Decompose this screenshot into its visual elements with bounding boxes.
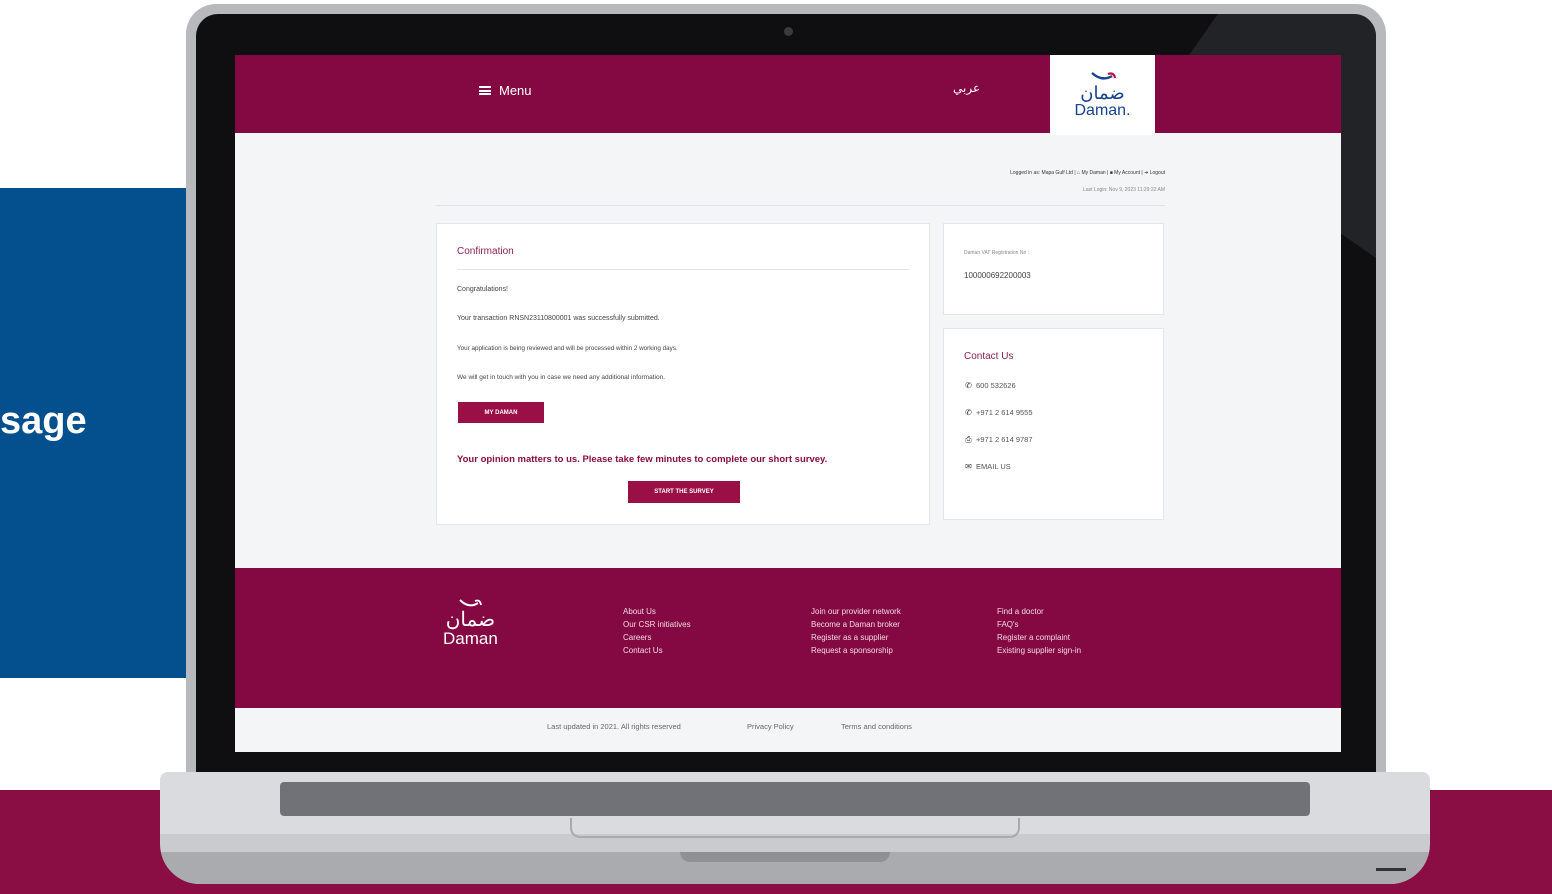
status-led <box>1376 868 1406 871</box>
terms-link[interactable]: Terms and conditions <box>841 722 912 731</box>
copyright-text: Last updated in 2021. All rights reserve… <box>547 722 681 731</box>
phone-icon: ✆ <box>965 408 972 417</box>
contact-title: Contact Us <box>964 351 1014 362</box>
vat-card: Daman VAT Registration No : 100000692200… <box>943 223 1164 315</box>
camera-icon <box>784 27 793 36</box>
separator: | <box>1141 170 1143 176</box>
my-daman-link[interactable]: My Daman <box>1081 170 1105 176</box>
browser-screen: Menu عربي ضمان Daman. Logged in as: Mapa… <box>235 55 1341 752</box>
footer-link-complaint[interactable]: Register a complaint <box>997 631 1081 644</box>
separator: | <box>1107 170 1109 176</box>
contact-info-text: We will get in touch with you in case we… <box>457 374 665 381</box>
footer-column-help: Find a doctor FAQ's Register a complaint… <box>997 605 1081 657</box>
footer-column-partners: Join our provider network Become a Daman… <box>811 605 901 657</box>
user-bar: Logged in as: Mapa Gulf Ltd | ⌂ My Daman… <box>235 170 1165 176</box>
sub-footer: Last updated in 2021. All rights reserve… <box>235 708 1341 752</box>
company-name: Mapa Gulf Ltd <box>1041 170 1073 176</box>
separator: | <box>1074 170 1076 176</box>
logged-in-prefix: Logged in as: <box>1010 170 1041 176</box>
footer-link-faqs[interactable]: FAQ's <box>997 618 1081 631</box>
daman-logo[interactable]: ضمان Daman. <box>1050 55 1155 135</box>
vat-number: 100000692200003 <box>964 271 1031 280</box>
hamburger-icon <box>479 86 491 95</box>
logout-icon: ➜ <box>1144 170 1149 176</box>
footer-logo-arabic: ضمان <box>445 609 496 631</box>
phone-row[interactable]: ✆ +971 2 614 9555 <box>964 408 1033 417</box>
email-link: EMAIL US <box>976 462 1011 471</box>
footer-link-contact[interactable]: Contact Us <box>623 644 691 657</box>
stage: sage Menu عربي ضمان Daman. Logged in as:… <box>0 0 1552 894</box>
base-notch <box>680 852 890 862</box>
footer-link-careers[interactable]: Careers <box>623 631 691 644</box>
review-text: Your application is being reviewed and w… <box>457 345 678 352</box>
footer-link-about-us[interactable]: About Us <box>623 605 691 618</box>
privacy-policy-link[interactable]: Privacy Policy <box>747 722 794 731</box>
fax-icon: ⎙ <box>965 434 972 444</box>
site-footer: ضمان Daman About Us Our CSR initiatives … <box>235 568 1341 708</box>
confirmation-card: Confirmation Congratulations! Your trans… <box>436 223 930 525</box>
start-survey-button[interactable]: START THE SURVEY <box>628 481 740 503</box>
user-icon: ■ <box>1109 170 1113 176</box>
survey-prompt: Your opinion matters to us. Please take … <box>457 454 828 465</box>
phone-row[interactable]: ✆ 600 532626 <box>964 381 1016 390</box>
logout-link[interactable]: Logout <box>1150 170 1165 176</box>
language-switch-link[interactable]: عربي <box>953 81 980 95</box>
congrats-text: Congratulations! <box>457 286 508 293</box>
footer-link-find-doctor[interactable]: Find a doctor <box>997 605 1081 618</box>
home-icon: ⌂ <box>1077 170 1081 176</box>
footer-link-csr[interactable]: Our CSR initiatives <box>623 618 691 631</box>
my-account-link[interactable]: My Account <box>1114 170 1140 176</box>
fax-number: +971 2 614 9787 <box>976 435 1033 444</box>
vat-label: Daman VAT Registration No : <box>964 250 1030 256</box>
phone-number: 600 532626 <box>976 381 1016 390</box>
footer-link-supplier-signin[interactable]: Existing supplier sign-in <box>997 644 1081 657</box>
my-daman-button[interactable]: MY DAMAN <box>458 402 544 423</box>
footer-logo[interactable]: ضمان Daman <box>443 598 498 648</box>
logo-english-text: Daman. <box>1074 102 1131 119</box>
email-row[interactable]: ✉ EMAIL US <box>964 462 1011 471</box>
menu-label: Menu <box>499 83 532 98</box>
transaction-text: Your transaction RNSN23110800001 was suc… <box>457 315 660 322</box>
phone-number: +971 2 614 9555 <box>976 408 1033 417</box>
trackpad <box>570 818 1020 838</box>
side-panel-text: sage <box>0 400 87 442</box>
footer-link-broker[interactable]: Become a Daman broker <box>811 618 901 631</box>
footer-logo-english: Daman <box>443 629 498 648</box>
divider <box>436 205 1165 206</box>
divider <box>457 269 909 270</box>
footer-link-sponsorship[interactable]: Request a sponsorship <box>811 644 901 657</box>
menu-button[interactable]: Menu <box>479 83 532 98</box>
laptop-base <box>160 772 1430 884</box>
last-login-text: Last Login: Nov 9, 2023 11:29:22 AM <box>1083 187 1165 193</box>
envelope-icon: ✉ <box>965 462 972 471</box>
footer-link-provider-network[interactable]: Join our provider network <box>811 605 901 618</box>
logo-arabic-text: ضمان <box>1080 83 1125 103</box>
footer-column-about: About Us Our CSR initiatives Careers Con… <box>623 605 691 657</box>
footer-link-supplier[interactable]: Register as a supplier <box>811 631 901 644</box>
confirmation-title: Confirmation <box>457 246 514 257</box>
site-header: Menu عربي ضمان Daman. <box>235 55 1341 135</box>
keyboard <box>280 782 1310 816</box>
fax-row: ⎙ +971 2 614 9787 <box>964 434 1033 445</box>
contact-card: Contact Us ✆ 600 532626 ✆ +971 2 614 955… <box>943 328 1164 520</box>
phone-icon: ✆ <box>965 381 972 390</box>
logo-swoosh-icon <box>1090 72 1116 80</box>
